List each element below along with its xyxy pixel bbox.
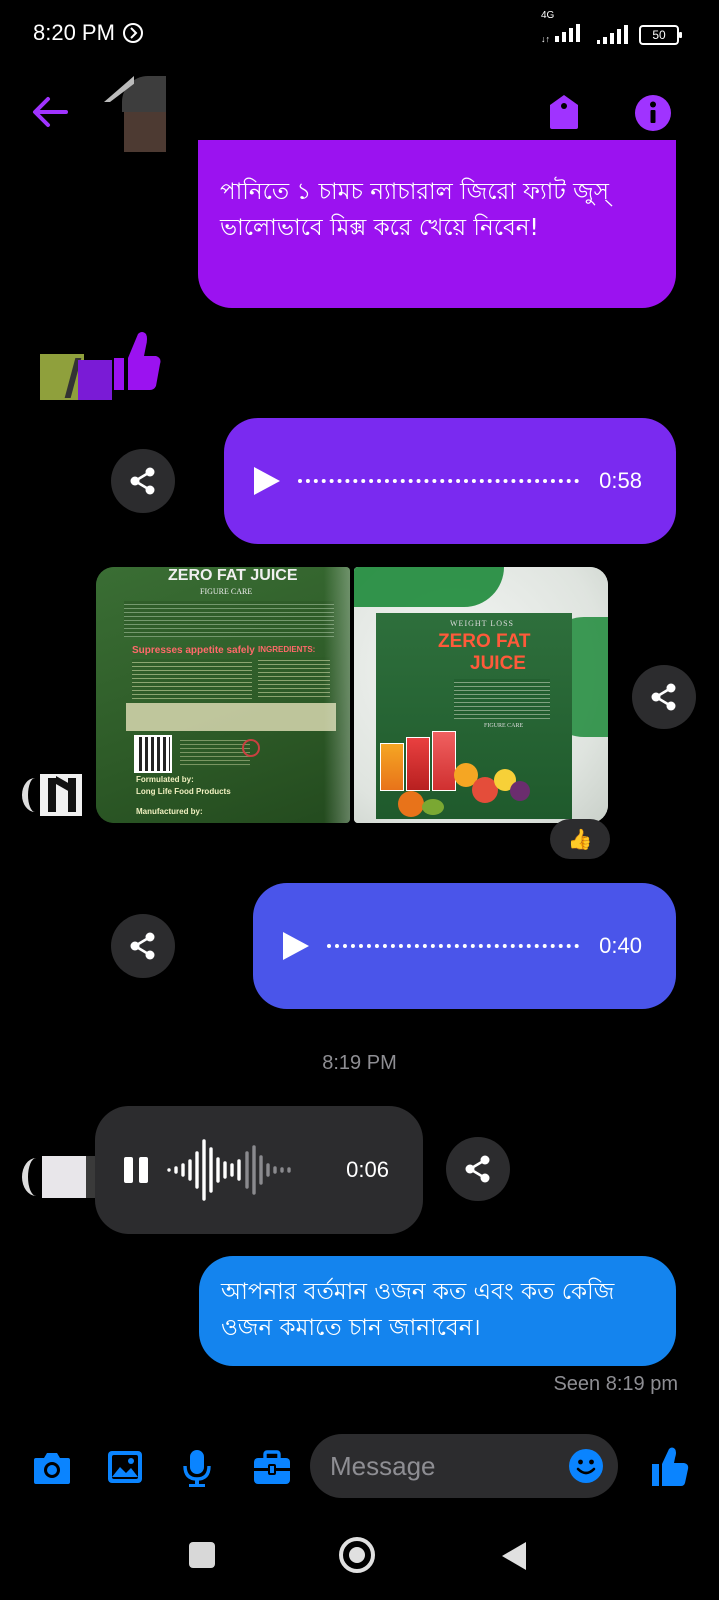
- fruit: [422, 799, 444, 815]
- status-time: 8:20 PM: [33, 20, 145, 46]
- qr-code: [134, 735, 172, 773]
- waveform-icon: [167, 1139, 291, 1201]
- message-placeholder: Message: [330, 1451, 436, 1481]
- outgoing-voice-message[interactable]: 0:40: [253, 883, 676, 1009]
- image1-stamp: [242, 739, 260, 757]
- back-button[interactable]: [500, 1540, 528, 1572]
- juice-glass: [432, 731, 456, 791]
- image1-tagline: Supresses appetite safely: [132, 645, 255, 656]
- tag-icon[interactable]: [548, 93, 580, 131]
- message-text: পানিতে ১ চামচ ন্যাচারাল জিরো ফ্যাট জুস্ …: [220, 179, 609, 241]
- juice-glass: [380, 743, 404, 791]
- share-icon: [651, 683, 676, 711]
- info-icon[interactable]: [634, 94, 672, 132]
- signal-4g-icon: 4G ↓↑: [541, 10, 585, 47]
- share-button[interactable]: [111, 914, 175, 978]
- image-attachment-2[interactable]: WEIGHT LOSS ZERO FAT JUICE FIGURE CARE: [354, 567, 608, 823]
- share-icon: [130, 932, 155, 960]
- play-icon[interactable]: [252, 465, 282, 497]
- signal-icon: [597, 24, 628, 44]
- status-icons: 4G ↓↑ 50: [541, 10, 682, 47]
- image2-title-line2: JUICE: [470, 653, 526, 674]
- voice-duration: 0:06: [346, 1157, 389, 1182]
- toolbox-icon[interactable]: [252, 1450, 292, 1486]
- battery-indicator: 50: [639, 24, 682, 45]
- image1-formulated-label: Formulated by:: [136, 775, 194, 784]
- play-icon[interactable]: [281, 930, 311, 962]
- incoming-voice-message[interactable]: 0:06: [95, 1106, 423, 1234]
- camera-icon[interactable]: [32, 1450, 72, 1486]
- incoming-avatar: [40, 354, 112, 400]
- voice-duration: 0:40: [599, 933, 642, 958]
- thumbs-up-reaction-icon: [114, 332, 161, 390]
- message-text: আপনার বর্তমান ওজন কত এবং কত কেজি ওজন কমা…: [221, 1279, 615, 1341]
- thumbs-up-send-icon[interactable]: [650, 1446, 690, 1488]
- share-icon: [465, 1155, 490, 1183]
- image1-ingredients-label: INGREDIENTS:: [258, 645, 316, 654]
- share-button[interactable]: [632, 665, 696, 729]
- chat-timestamp: 8:19 PM: [322, 1052, 397, 1074]
- image1-subtitle: FIGURE CARE: [200, 587, 253, 596]
- home-button[interactable]: [338, 1536, 376, 1574]
- image1-title: ZERO FAT JUICE: [168, 567, 298, 584]
- back-arrow-icon[interactable]: [30, 94, 70, 130]
- image1-formulated-by: Long Life Food Products: [136, 787, 231, 796]
- gallery-icon[interactable]: [106, 1449, 144, 1485]
- share-button[interactable]: [446, 1137, 510, 1201]
- image2-title-line1: ZERO FAT: [438, 631, 531, 652]
- share-icon: [130, 467, 155, 495]
- outgoing-text-bubble[interactable]: আপনার বর্তমান ওজন কত এবং কত কেজি ওজন কমা…: [199, 1256, 676, 1366]
- share-button[interactable]: [111, 449, 175, 513]
- fruit: [398, 791, 424, 817]
- microphone-icon[interactable]: [182, 1448, 212, 1488]
- incoming-avatar: [22, 1156, 104, 1198]
- outgoing-text-bubble[interactable]: পানিতে ১ চামচ ন্যাচারাল জিরো ফ্যাট জুস্ …: [198, 140, 676, 308]
- pause-icon[interactable]: [123, 1156, 149, 1184]
- image2-footer: FIGURE CARE: [484, 723, 524, 729]
- svg-text:↓↑: ↓↑: [541, 34, 550, 44]
- image-attachment-1[interactable]: ZERO FAT JUICE FIGURE CARE Supresses app…: [96, 567, 350, 823]
- image1-manufactured-label: Manufactured by:: [136, 807, 203, 816]
- recents-button[interactable]: [189, 1542, 215, 1568]
- voice-duration: 0:58: [599, 468, 642, 493]
- incoming-avatar: [22, 774, 92, 816]
- contact-avatar[interactable]: [104, 76, 166, 152]
- waveform-dots: [298, 479, 580, 483]
- waveform-dots: [327, 944, 580, 948]
- seen-status: Seen 8:19 pm: [553, 1373, 678, 1395]
- image2-top-label: WEIGHT LOSS: [450, 619, 514, 628]
- outgoing-voice-message[interactable]: 0:58: [224, 418, 676, 544]
- reaction-emoji: 👍: [567, 827, 593, 851]
- fruit: [510, 781, 530, 801]
- juice-glass: [406, 737, 430, 791]
- message-input[interactable]: Message: [310, 1434, 618, 1498]
- data-saver-icon: [122, 23, 143, 43]
- reaction-badge[interactable]: 👍: [550, 819, 610, 859]
- emoji-icon[interactable]: [568, 1448, 604, 1484]
